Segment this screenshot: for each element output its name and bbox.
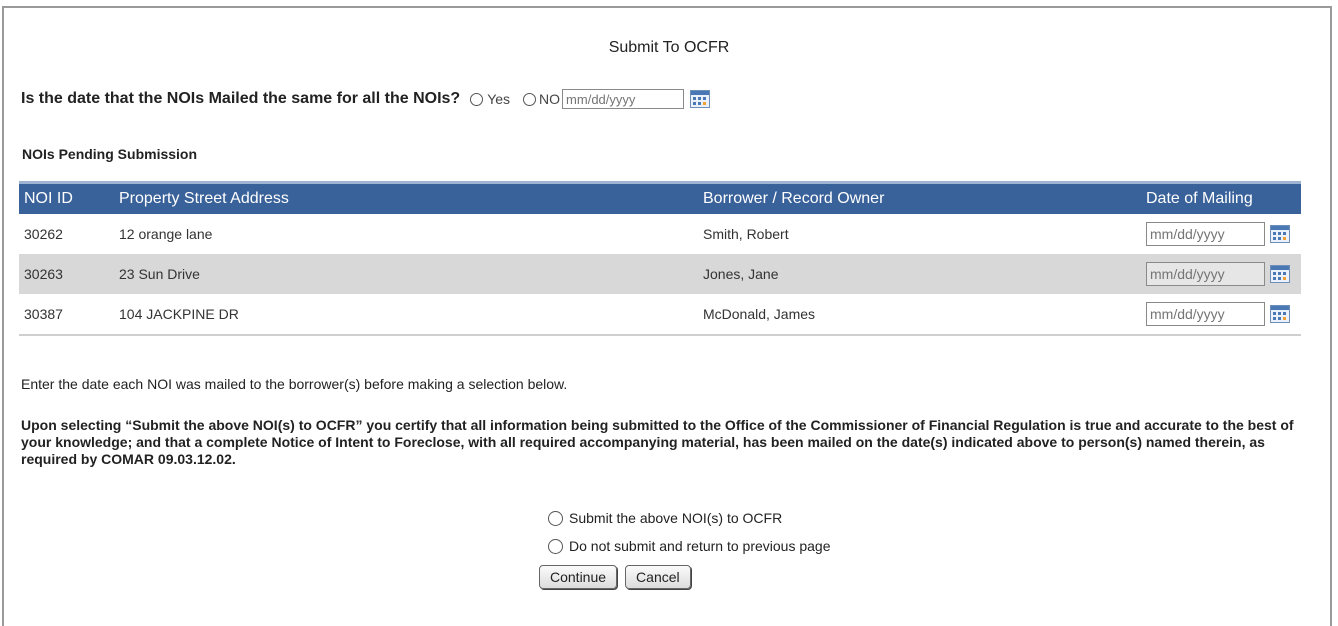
address-cell: 104 JACKPINE DR bbox=[114, 294, 698, 336]
borrower-cell: Jones, Jane bbox=[698, 254, 1141, 294]
submit-option[interactable]: Submit the above NOI(s) to OCFR bbox=[548, 504, 831, 532]
same-date-question: Is the date that the NOIs Mailed the sam… bbox=[21, 87, 711, 111]
mailing-date-input[interactable] bbox=[1146, 222, 1265, 246]
continue-button[interactable]: Continue bbox=[539, 565, 618, 589]
noi-id-cell: 30387 bbox=[19, 294, 114, 336]
return-option-label: Do not submit and return to previous pag… bbox=[569, 538, 831, 554]
submit-radio[interactable] bbox=[548, 510, 563, 526]
table-row: 30387 104 JACKPINE DR McDonald, James bbox=[19, 294, 1301, 336]
calendar-icon[interactable] bbox=[1270, 305, 1290, 323]
table-row: 30262 12 orange lane Smith, Robert bbox=[19, 214, 1301, 254]
col-date-of-mailing: Date of Mailing bbox=[1141, 181, 1301, 214]
address-cell: 23 Sun Drive bbox=[114, 254, 698, 294]
action-buttons: Continue Cancel bbox=[539, 565, 691, 589]
cancel-button[interactable]: Cancel bbox=[625, 565, 691, 589]
date-cell bbox=[1141, 294, 1301, 336]
yes-radio[interactable] bbox=[470, 92, 484, 106]
same-date-question-text: Is the date that the NOIs Mailed the sam… bbox=[21, 90, 461, 107]
borrower-cell: Smith, Robert bbox=[703, 226, 789, 242]
pending-noi-table: NOI ID Property Street Address Borrower … bbox=[19, 181, 1301, 336]
date-cell bbox=[1141, 254, 1301, 294]
noi-id-cell: 30263 bbox=[19, 254, 114, 294]
pending-heading: NOIs Pending Submission bbox=[22, 146, 198, 162]
borrower-cell: McDonald, James bbox=[698, 294, 1141, 336]
table-header-row: NOI ID Property Street Address Borrower … bbox=[19, 181, 1301, 214]
calendar-icon[interactable] bbox=[690, 90, 711, 108]
col-address: Property Street Address bbox=[114, 181, 698, 214]
no-radio[interactable] bbox=[523, 92, 537, 106]
date-cell bbox=[1141, 214, 1301, 254]
calendar-icon[interactable] bbox=[1270, 225, 1290, 243]
no-label: NO bbox=[539, 91, 561, 107]
calendar-icon[interactable] bbox=[1270, 265, 1290, 283]
submission-options: Submit the above NOI(s) to OCFR Do not s… bbox=[548, 504, 831, 560]
mailing-date-input[interactable] bbox=[1146, 302, 1265, 326]
submit-option-label: Submit the above NOI(s) to OCFR bbox=[569, 510, 783, 526]
address-cell: 12 orange lane bbox=[119, 226, 213, 242]
certification-text: Upon selecting “Submit the above NOI(s) … bbox=[21, 417, 1294, 467]
table-row: 30263 23 Sun Drive Jones, Jane bbox=[19, 254, 1301, 294]
col-noi-id: NOI ID bbox=[19, 181, 114, 214]
common-date-input[interactable] bbox=[562, 89, 685, 109]
instruction-note: Enter the date each NOI was mailed to th… bbox=[21, 376, 568, 392]
no-option[interactable]: NO bbox=[523, 91, 560, 107]
page-title: Submit To OCFR bbox=[608, 39, 730, 56]
return-option[interactable]: Do not submit and return to previous pag… bbox=[548, 532, 831, 560]
return-radio[interactable] bbox=[548, 538, 563, 554]
noi-id-cell: 30262 bbox=[24, 226, 63, 242]
yes-label: Yes bbox=[487, 91, 511, 107]
mailing-date-input[interactable] bbox=[1146, 262, 1265, 286]
col-borrower: Borrower / Record Owner bbox=[698, 181, 1141, 214]
yes-option[interactable]: Yes bbox=[470, 91, 510, 107]
